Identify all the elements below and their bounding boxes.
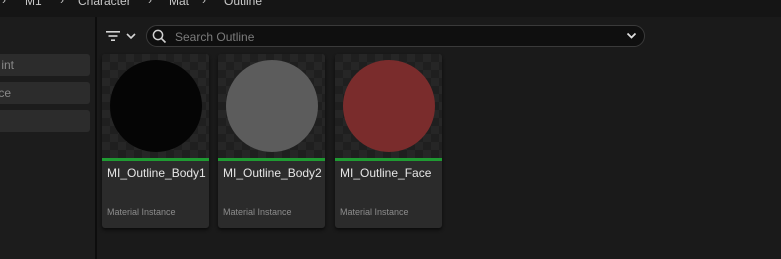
asset-thumbnail (102, 54, 209, 158)
asset-name: MI_Outline_Body2 (223, 166, 322, 180)
asset-type-color-bar (218, 158, 325, 161)
filter-item-label: ce (0, 86, 11, 100)
breadcrumb-separator-icon[interactable]: › (144, 0, 156, 7)
asset-view: MI_Outline_Body1 Material Instance MI_Ou… (97, 17, 781, 259)
filter-dropdown-button[interactable] (105, 26, 139, 46)
asset-type-color-bar (102, 158, 209, 161)
breadcrumb-item[interactable]: M1 (25, 0, 42, 8)
chevron-down-icon[interactable] (626, 32, 637, 40)
search-input[interactable] (173, 27, 617, 47)
breadcrumb-item[interactable]: Character (78, 0, 131, 8)
filter-item-label: int (1, 58, 14, 72)
asset-type-label: Material Instance (340, 207, 409, 217)
material-preview-sphere (110, 60, 202, 152)
search-icon (152, 29, 167, 44)
asset-name: MI_Outline_Body1 (107, 166, 206, 180)
breadcrumb-item[interactable]: Mat (169, 0, 189, 8)
asset-thumbnail (335, 54, 442, 158)
asset-tile[interactable]: MI_Outline_Face Material Instance (335, 54, 442, 228)
material-preview-sphere (226, 60, 318, 152)
content-browser: › M1 › Character › Mat › Outline int ce (0, 0, 781, 259)
filter-item[interactable] (0, 110, 90, 132)
breadcrumb-item[interactable]: Outline (224, 0, 262, 8)
chevron-down-icon (126, 33, 136, 40)
asset-type-label: Material Instance (223, 207, 292, 217)
breadcrumb-separator-icon[interactable]: › (56, 0, 68, 7)
asset-thumbnail (218, 54, 325, 158)
filter-icon (106, 31, 120, 41)
asset-name: MI_Outline_Face (340, 166, 432, 180)
asset-tile[interactable]: MI_Outline_Body1 Material Instance (102, 54, 209, 228)
material-preview-sphere (343, 60, 435, 152)
breadcrumb-separator-icon[interactable]: › (198, 0, 210, 7)
asset-type-color-bar (335, 158, 442, 161)
asset-type-label: Material Instance (107, 207, 176, 217)
asset-tile[interactable]: MI_Outline_Body2 Material Instance (218, 54, 325, 228)
filter-item[interactable]: int (0, 54, 90, 76)
breadcrumb: › M1 › Character › Mat › Outline (0, 0, 781, 17)
filters-panel: int ce (0, 17, 95, 259)
filter-item[interactable]: ce (0, 82, 90, 104)
search-box (146, 25, 645, 47)
breadcrumb-separator-icon: › (2, 0, 6, 7)
